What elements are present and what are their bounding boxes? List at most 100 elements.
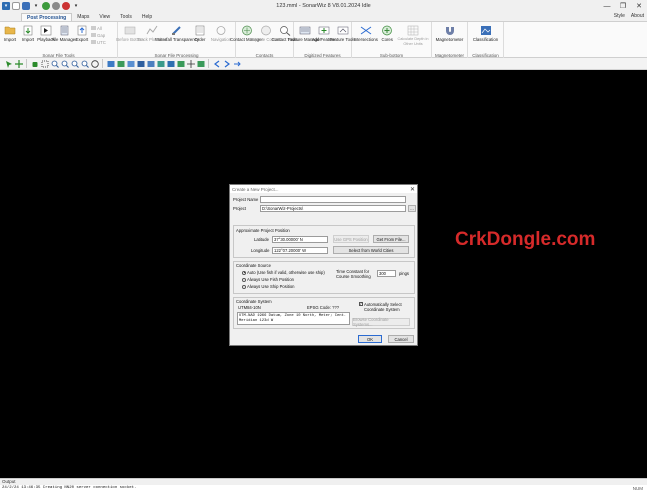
contact-tools-icon: [278, 24, 291, 36]
zoom-in-icon[interactable]: [50, 59, 59, 68]
file-manager-button[interactable]: File Manager: [51, 23, 77, 42]
map-toolbar: [0, 58, 647, 70]
globe-icon[interactable]: [90, 59, 99, 68]
snap-icon[interactable]: [196, 59, 205, 68]
feature-tools-icon: [336, 24, 349, 36]
time-constant-input[interactable]: 300: [377, 270, 396, 277]
ribbon: Import Import Playback File Manager Expo…: [0, 21, 647, 58]
back-icon[interactable]: [212, 59, 221, 68]
project-name-input[interactable]: [260, 196, 406, 203]
output-panel: Output 24/2/24 13:46:35 Creating NN20 se…: [0, 478, 647, 492]
capture-icon: [259, 24, 272, 36]
about-menu[interactable]: About: [631, 13, 644, 19]
coordinate-system-title: Coordinate System: [236, 299, 272, 304]
option-all[interactable]: All: [91, 25, 111, 31]
classification-button[interactable]: Classification: [469, 23, 502, 42]
export-button[interactable]: Export: [73, 23, 91, 42]
cores-icon: [381, 24, 394, 36]
intersections-icon: [359, 24, 372, 36]
chart-icon[interactable]: [156, 59, 165, 68]
hand-icon[interactable]: [30, 59, 39, 68]
cancel-button[interactable]: Cancel: [388, 335, 414, 343]
chart-icon[interactable]: [146, 59, 155, 68]
longitude-input[interactable]: 122°07.20000' W: [272, 247, 328, 254]
tab-post-processing[interactable]: Post Processing: [21, 13, 73, 21]
pings-label: pings: [399, 271, 410, 276]
contact-manager-icon: [240, 24, 253, 36]
style-menu[interactable]: Style: [614, 13, 625, 19]
select-icon[interactable]: [40, 59, 49, 68]
latitude-input[interactable]: 37°30.00000' N: [272, 236, 328, 243]
time-constant-label: Time Constant for Course Smoothing: [336, 269, 371, 279]
cursor-icon[interactable]: [176, 59, 185, 68]
navigation-icon: [215, 24, 228, 36]
longitude-label: Longitude: [251, 248, 270, 253]
import-folder-button[interactable]: Import: [1, 23, 19, 42]
zoom-out-icon[interactable]: [60, 59, 69, 68]
approx-position-title: Approximate Project Position: [236, 228, 290, 233]
watermark: CrkDongle.com: [455, 229, 596, 250]
calculate-depth-button[interactable]: Calculate Depth in Other Units: [396, 23, 430, 47]
play-icon: [40, 24, 53, 36]
browse-coordinate-systems-button[interactable]: Browse Coordinate Systems...: [352, 317, 410, 327]
radio-auto-position[interactable]: Auto (Use fish if valid, otherwise use s…: [242, 270, 325, 275]
auto-select-checkbox[interactable]: ✓ Automatically Select Coordinate System: [359, 302, 413, 312]
group-magnetometer: Magnetometer Magnetometer: [432, 22, 468, 58]
output-log-line: 24/2/24 13:46:35 Creating NN20 server co…: [2, 486, 137, 490]
map-icon[interactable]: [116, 59, 125, 68]
zoom-extent-icon[interactable]: [80, 59, 89, 68]
select-world-cities-button[interactable]: Select from World Cities: [333, 246, 409, 254]
tab-view[interactable]: View: [94, 13, 115, 21]
ok-button[interactable]: OK: [358, 335, 382, 343]
tab-help[interactable]: Help: [137, 13, 157, 21]
radio-fish-position[interactable]: Always Use Fish Position: [242, 277, 294, 282]
option-utc[interactable]: UTC: [91, 39, 111, 45]
close-button[interactable]: ✕: [631, 0, 647, 12]
tab-tools[interactable]: Tools: [115, 13, 137, 21]
feature-manager-icon: [298, 24, 311, 36]
track-icon: [146, 24, 159, 36]
window-title: 123.mml - SonarWiz 8 V8.01.2024 Idle: [276, 3, 371, 9]
image-icon[interactable]: [136, 59, 145, 68]
dialog-close-icon[interactable]: ✕: [410, 186, 415, 193]
status-indicator: NUM: [632, 486, 643, 491]
project-name-label: Project Name: [233, 197, 259, 202]
pan-icon[interactable]: [14, 59, 23, 68]
grid-icon[interactable]: [126, 59, 135, 68]
waterfall-transparency-button[interactable]: Waterfall Transparency: [155, 23, 199, 42]
magnetometer-button[interactable]: Magnetometer: [433, 23, 466, 42]
forward-icon[interactable]: [222, 59, 231, 68]
dialog-title: Create a New Project...: [232, 186, 279, 192]
epsg-code-label: EPSG Code: ???: [307, 305, 340, 310]
checkmark-icon: ✓: [359, 301, 363, 306]
ribbon-tabs: Post Processing Maps View Tools Help Sty…: [0, 12, 647, 21]
crosshair-icon[interactable]: [186, 59, 195, 68]
zoom-box-icon[interactable]: [70, 59, 79, 68]
group-digitized-features: Feature Manager Add Feature Feature Tool…: [288, 22, 355, 58]
intersections-button[interactable]: Intersections: [353, 23, 378, 42]
magnet-icon: [443, 24, 456, 36]
file-manager-icon: [58, 24, 71, 36]
minimize-button[interactable]: —: [599, 0, 615, 12]
get-from-file-button[interactable]: Get From File...: [373, 235, 409, 243]
order-icon: [194, 24, 207, 36]
tab-maps[interactable]: Maps: [72, 13, 94, 21]
refresh-icon[interactable]: [232, 59, 241, 68]
browse-path-button[interactable]: ...: [408, 205, 416, 212]
option-gap[interactable]: Gap: [91, 32, 111, 38]
title-bar: ▾ ▾ ▾ 123.mml - SonarWiz 8 V8.01.2024 Id…: [0, 0, 647, 12]
export-icon: [76, 24, 89, 36]
maximize-button[interactable]: ❐: [615, 0, 631, 12]
use-gps-button[interactable]: Use GPS Position: [333, 235, 369, 243]
measure-icon[interactable]: [166, 59, 175, 68]
order-button[interactable]: Order: [191, 23, 209, 42]
cores-button[interactable]: Cores: [378, 23, 396, 42]
group-contacts: Contact Manager Capture Contact Contact …: [230, 22, 297, 58]
layer-icon[interactable]: [106, 59, 115, 68]
feature-tools-button[interactable]: Feature Tools: [330, 23, 355, 42]
import-button[interactable]: Import: [19, 23, 37, 42]
pointer-icon[interactable]: [4, 59, 13, 68]
waterfall-icon: [171, 24, 184, 36]
project-path-input[interactable]: D:\SonarWiz-Projects\: [260, 205, 406, 212]
radio-ship-position[interactable]: Always Use Ship Position: [242, 284, 294, 289]
